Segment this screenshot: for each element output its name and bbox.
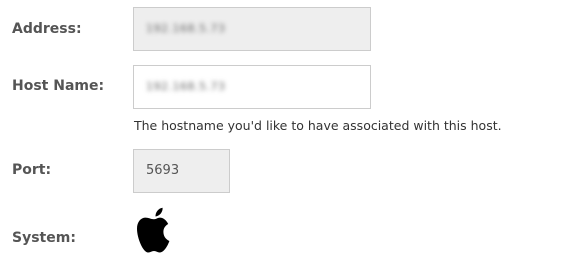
host-name-value: 192.168.5.73 [146,80,226,93]
host-name-input[interactable]: 192.168.5.73 [133,65,371,109]
system-label: System: [12,230,76,246]
address-label: Address: [12,21,82,37]
host-name-help-text: The hostname you'd like to have associat… [134,118,502,133]
address-field: 192.168.5.73 [133,7,371,51]
address-value: 192.168.5.73 [146,22,226,35]
port-label: Port: [12,162,52,178]
host-details-form: Address: 192.168.5.73 Host Name: 192.168… [0,0,566,260]
port-field: 5693 [133,149,230,193]
port-value: 5693 [146,163,180,178]
host-name-label: Host Name: [12,78,105,94]
apple-icon [137,207,170,253]
